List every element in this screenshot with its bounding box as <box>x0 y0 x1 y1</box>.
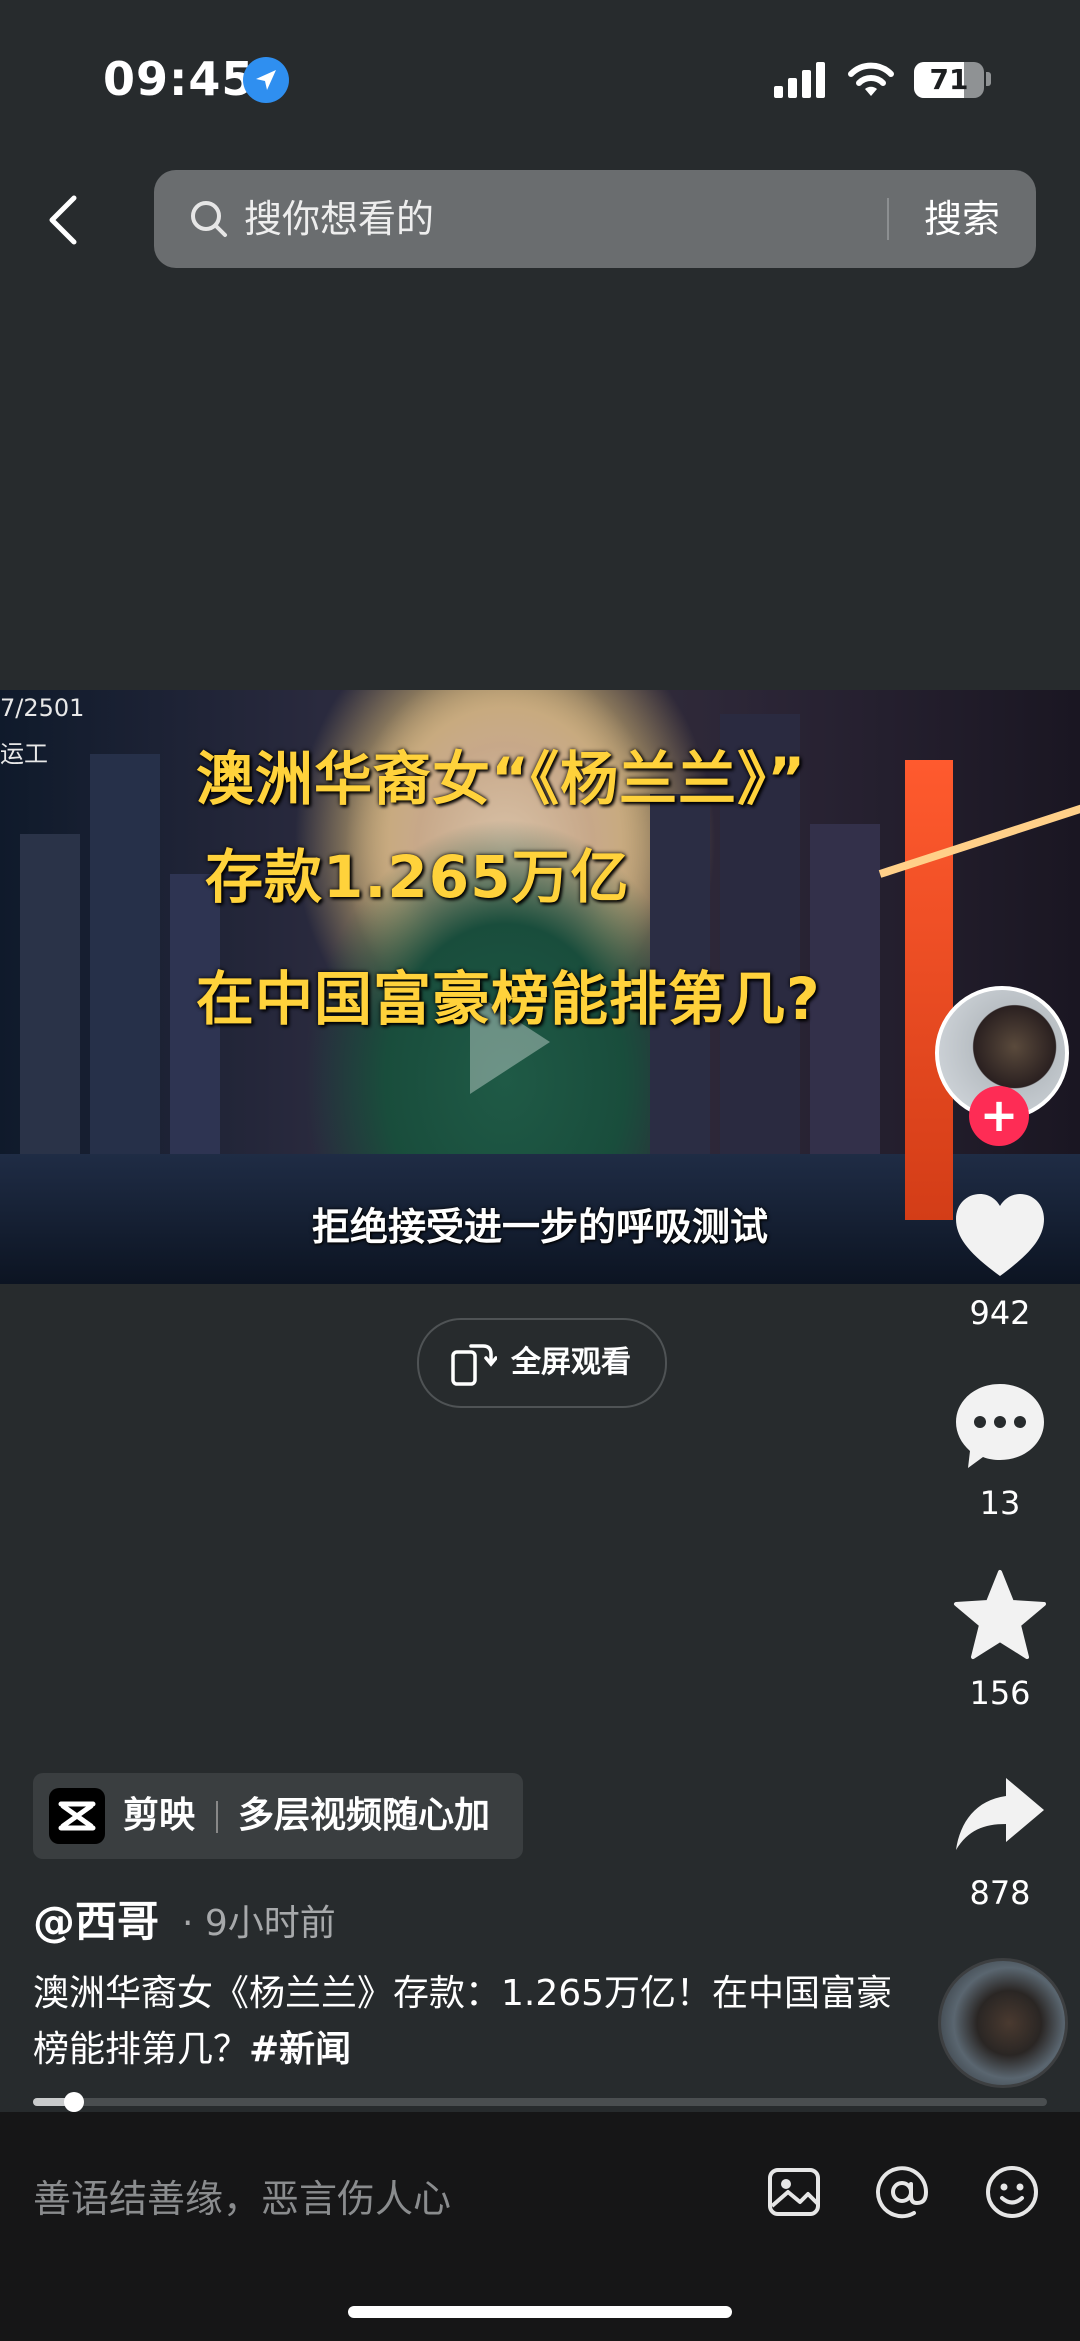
share-count: 878 <box>969 1874 1031 1912</box>
location-arrow-icon <box>243 57 289 103</box>
rotate-screen-icon <box>449 1340 498 1390</box>
search-bar[interactable]: 搜你想看的 搜索 <box>154 170 1036 268</box>
ad-slogan: 多层视频随心加 <box>238 1795 491 1836</box>
watermark-line1: 7/2501 <box>0 694 85 722</box>
search-icon <box>188 198 230 244</box>
description-text: 澳洲华裔女《杨兰兰》存款：1.265万亿！在中国富豪榜能排第几？ <box>33 1973 893 2070</box>
fullscreen-button[interactable]: 全屏观看 <box>417 1318 667 1408</box>
capcut-logo-icon <box>49 1788 105 1844</box>
battery-level: 71 <box>929 63 969 96</box>
wifi-icon <box>846 58 896 102</box>
ad-app-name: 剪映 <box>123 1795 196 1836</box>
cellular-signal-icon <box>774 62 830 98</box>
post-time: · 9小时前 <box>182 1903 336 1944</box>
favorite-count: 156 <box>969 1674 1031 1712</box>
video-subtitle: 拒绝接受进一步的呼吸测试 <box>311 1205 768 1249</box>
image-icon[interactable] <box>764 2162 824 2222</box>
back-chevron-icon[interactable] <box>40 190 90 250</box>
comment-input[interactable]: 善语结善缘，恶言伤人心 <box>33 2168 451 2223</box>
share-arrow-icon[interactable] <box>950 1766 1050 1866</box>
emoji-icon[interactable] <box>982 2162 1042 2222</box>
favorite-star-icon[interactable] <box>950 1566 1050 1666</box>
music-disc-avatar[interactable] <box>938 1958 1068 2088</box>
watermark-line2: 运工 <box>0 740 48 768</box>
status-time: 09:45 <box>103 52 255 106</box>
app-ad-banner[interactable]: 剪映 多层视频随心加 <box>33 1773 523 1859</box>
video-caption-line1: 澳洲华裔女“《杨兰兰》” <box>196 745 807 813</box>
comment-count: 13 <box>979 1484 1021 1522</box>
comment-bubble-icon[interactable] <box>950 1376 1050 1476</box>
video-player[interactable]: 7/2501 运工 澳洲华裔女“《杨兰兰》” 存款1.265万亿 在中国富豪榜能… <box>0 690 1080 1284</box>
fullscreen-label: 全屏观看 <box>511 1345 631 1380</box>
battery-cap <box>986 72 991 86</box>
follow-plus-icon[interactable]: + <box>969 1086 1029 1146</box>
video-progress-bar[interactable] <box>33 2092 1047 2112</box>
search-button[interactable]: 搜索 <box>924 170 1000 268</box>
like-count: 942 <box>969 1294 1031 1332</box>
search-input[interactable]: 搜你想看的 <box>244 170 434 268</box>
home-indicator <box>348 2306 732 2318</box>
progress-knob[interactable] <box>63 2092 84 2112</box>
post-description: 澳洲华裔女《杨兰兰》存款：1.265万亿！在中国富豪榜能排第几？#新闻 <box>33 1966 893 2078</box>
video-caption-line2: 存款1.265万亿 <box>205 843 630 911</box>
like-heart-icon[interactable] <box>950 1186 1050 1286</box>
battery-icon: 71 <box>914 62 984 98</box>
mention-at-icon[interactable] <box>872 2162 932 2222</box>
ad-divider <box>216 1801 218 1833</box>
hashtag-link[interactable]: #新闻 <box>249 2029 351 2070</box>
search-divider <box>887 198 889 240</box>
author-name[interactable]: @西哥 <box>33 1888 159 1949</box>
